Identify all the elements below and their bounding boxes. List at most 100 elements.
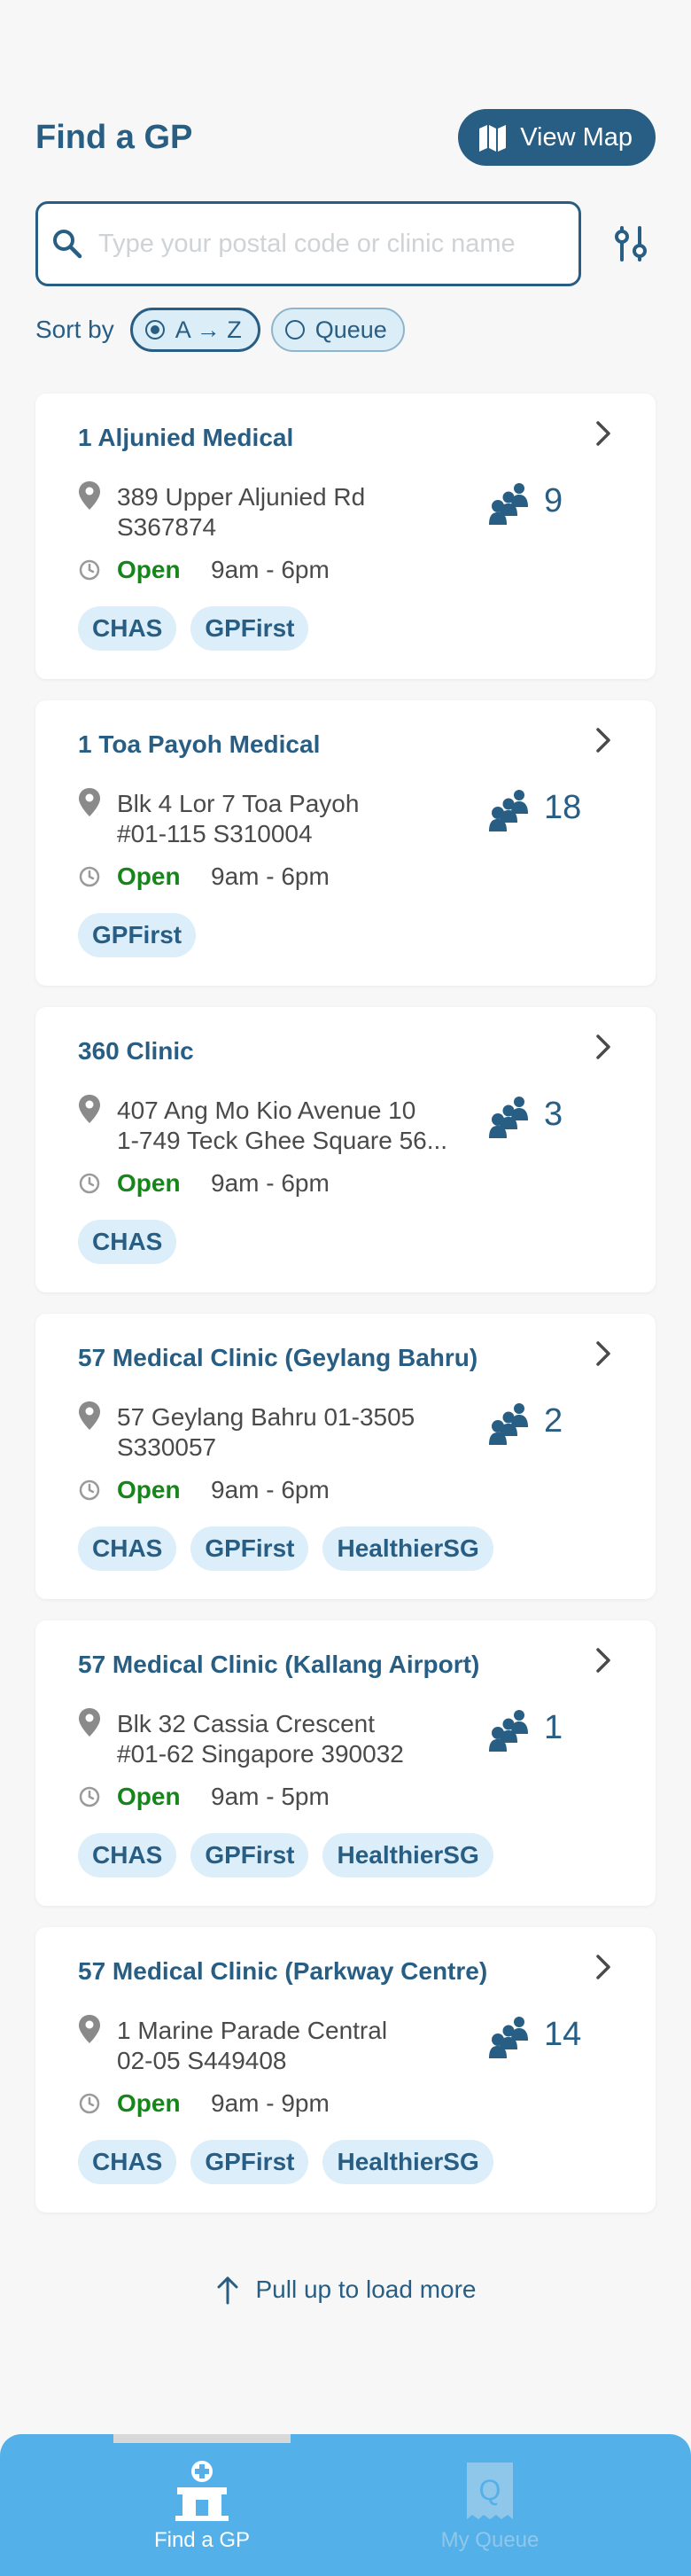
- queue-ticket-icon: Q: [467, 2463, 513, 2519]
- opening-hours: 9am - 9pm: [211, 2089, 330, 2117]
- clock-icon: [79, 2093, 100, 2114]
- chevron-right-icon: [596, 1955, 610, 1979]
- tag-badge: GPFirst: [190, 1526, 309, 1571]
- address-line-1: Blk 4 Lor 7 Toa Payoh: [117, 790, 360, 817]
- clinic-name: 1 Toa Payoh Medical: [78, 730, 321, 758]
- search-icon: [53, 230, 82, 259]
- tag-badge: GPFirst: [190, 2140, 309, 2184]
- location-pin-icon: [79, 788, 100, 816]
- opening-hours: 9am - 6pm: [211, 863, 330, 890]
- opening-hours: 9am - 6pm: [211, 1476, 330, 1503]
- clinic-card[interactable]: 360 Clinic 407 Ang Mo Kio Avenue 10 1-749 …: [35, 1007, 656, 1292]
- nav-label: Find a GP: [153, 2528, 251, 2552]
- load-more-label: Pull up to load more: [255, 2275, 477, 2303]
- people-queue-icon: [489, 483, 528, 525]
- clock-icon: [79, 1173, 100, 1194]
- nav-label: My Queue: [440, 2528, 540, 2552]
- scheme-tags: GPFirst: [78, 913, 197, 957]
- search-box[interactable]: [35, 201, 581, 286]
- tag-badge: GPFirst: [78, 913, 197, 957]
- people-queue-icon: [489, 1403, 528, 1445]
- queue-count: 14: [544, 2016, 582, 2053]
- clock-icon: [79, 1786, 100, 1807]
- queue-count: 1: [544, 1709, 563, 1746]
- queue-count: 18: [544, 789, 582, 826]
- open-status: Open: [117, 1169, 181, 1197]
- open-status: Open: [117, 556, 181, 583]
- clinic-address: 407 Ang Mo Kio Avenue 10 1-749 Teck Ghee …: [117, 1096, 507, 1156]
- location-pin-icon: [79, 481, 100, 510]
- sort-option-a-z[interactable]: A → Z: [129, 308, 260, 352]
- address-line-2: #01-115 S310004: [117, 820, 313, 847]
- chevron-right-icon: [596, 1648, 610, 1673]
- clock-icon: [79, 1479, 100, 1501]
- clock-icon: [79, 866, 100, 887]
- clinic-name: 360 Clinic: [78, 1037, 194, 1065]
- tag-badge: CHAS: [78, 606, 177, 651]
- clinic-card[interactable]: 57 Medical Clinic (Kallang Airport) Blk 3…: [35, 1620, 656, 1906]
- scheme-tags: CHAS GPFirst HealthierSG: [78, 2140, 493, 2184]
- clinic-card[interactable]: 1 Toa Payoh Medical Blk 4 Lor 7 Toa Payoh…: [35, 700, 656, 986]
- opening-hours: 9am - 5pm: [211, 1783, 330, 1810]
- nav-find-a-gp[interactable]: Find a GP: [87, 2459, 317, 2553]
- chevron-right-icon: [596, 421, 610, 446]
- scheme-tags: CHAS: [78, 1220, 177, 1264]
- active-tab-indicator: [113, 2434, 291, 2443]
- view-map-button[interactable]: View Map: [458, 109, 656, 166]
- header: Find a GP View Map: [35, 108, 656, 167]
- people-queue-icon: [489, 790, 528, 831]
- clinic-building-icon: [175, 2461, 229, 2521]
- chevron-right-icon: [596, 1034, 610, 1059]
- clinic-address: 57 Geylang Bahru 01-3505 S330057: [117, 1402, 507, 1463]
- clinic-address: 389 Upper Aljunied Rd S367874: [117, 482, 507, 543]
- clinic-card[interactable]: 1 Aljunied Medical 389 Upper Aljunied Rd S…: [35, 394, 656, 679]
- page-title: Find a GP: [35, 118, 193, 156]
- address-line-2: 02-05 S449408: [117, 2047, 287, 2074]
- people-queue-icon: [489, 1710, 528, 1752]
- bottom-nav: Find a GP Q My Queue: [0, 2434, 691, 2576]
- address-line-2: S367874: [117, 513, 217, 541]
- tag-badge: CHAS: [78, 2140, 177, 2184]
- clinic-card[interactable]: 57 Medical Clinic (Parkway Centre) 1 Mari…: [35, 1927, 656, 2213]
- nav-my-queue[interactable]: Q My Queue: [375, 2459, 605, 2553]
- tag-badge: GPFirst: [190, 606, 309, 651]
- clinic-name: 57 Medical Clinic (Kallang Airport): [78, 1651, 480, 1678]
- clock-icon: [79, 559, 100, 581]
- address-line-1: 389 Upper Aljunied Rd: [117, 483, 366, 511]
- tag-badge: CHAS: [78, 1833, 177, 1877]
- address-line-1: 1 Marine Parade Central: [117, 2017, 388, 2044]
- chevron-right-icon: [596, 1341, 610, 1366]
- people-queue-icon: [489, 1097, 528, 1138]
- location-pin-icon: [79, 1401, 100, 1430]
- clinic-name: 57 Medical Clinic (Parkway Centre): [78, 1957, 488, 1985]
- address-line-2: S330057: [117, 1433, 217, 1461]
- svg-text:Q: Q: [479, 2474, 501, 2506]
- radio-unselected-icon: [284, 320, 305, 340]
- address-line-2: #01-62 Singapore 390032: [117, 1740, 404, 1768]
- scheme-tags: CHAS GPFirst HealthierSG: [78, 1833, 493, 1877]
- tag-badge: HealthierSG: [322, 1833, 493, 1877]
- address-line-1: 57 Geylang Bahru 01-3505: [117, 1403, 415, 1431]
- sort-option-queue[interactable]: Queue: [270, 308, 405, 352]
- open-status: Open: [117, 1783, 181, 1810]
- scheme-tags: CHAS GPFirst: [78, 606, 309, 651]
- address-line-1: 407 Ang Mo Kio Avenue 10: [117, 1097, 416, 1124]
- sort-option-label: A → Z: [175, 316, 242, 343]
- address-line-1: Blk 32 Cassia Crescent: [117, 1710, 376, 1737]
- clinic-name: 57 Medical Clinic (Geylang Bahru): [78, 1344, 478, 1371]
- view-map-label: View Map: [520, 122, 633, 152]
- sort-label: Sort by: [35, 316, 114, 343]
- open-status: Open: [117, 863, 181, 890]
- radio-selected-icon: [144, 320, 165, 340]
- filter-button[interactable]: [606, 219, 656, 269]
- location-pin-icon: [79, 1708, 100, 1737]
- search-input[interactable]: [98, 229, 559, 259]
- search-row: [35, 200, 656, 287]
- clinic-card[interactable]: 57 Medical Clinic (Geylang Bahru) 57 Geyl…: [35, 1314, 656, 1599]
- sort-row: Sort by A → Z Queue: [35, 307, 405, 353]
- load-more-hint: Pull up to load more: [0, 2275, 691, 2305]
- chevron-right-icon: [596, 728, 610, 753]
- clinic-list: 1 Aljunied Medical 389 Upper Aljunied Rd S…: [35, 394, 656, 2234]
- scheme-tags: CHAS GPFirst HealthierSG: [78, 1526, 493, 1571]
- location-pin-icon: [79, 1095, 100, 1123]
